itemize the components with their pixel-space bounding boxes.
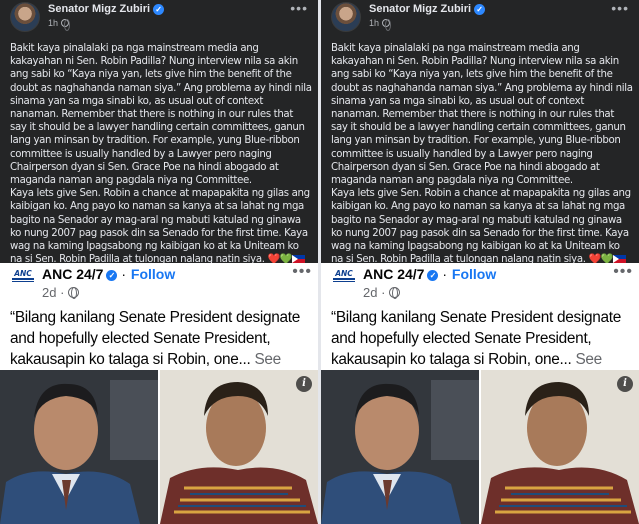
- svg-text:ANC: ANC: [334, 269, 353, 278]
- padilla-photo[interactable]: i: [481, 370, 639, 524]
- zubiri-photo-illustration: [321, 370, 479, 524]
- verified-badge-icon: ✓: [474, 4, 486, 15]
- post-paragraph: Kaya lets give Sen. Robin a chance at ma…: [10, 188, 310, 266]
- info-icon[interactable]: i: [617, 376, 633, 392]
- svg-text:ANC: ANC: [13, 269, 32, 278]
- zubiri-photo-illustration: [0, 370, 158, 524]
- follow-button[interactable]: Follow: [452, 266, 496, 282]
- facebook-post: Senator Migz Zubiri ✓ 1h ••• Bakit kaya p…: [321, 0, 639, 266]
- shared-page-name[interactable]: ANC 24/7: [42, 266, 103, 282]
- post-meta: 1h: [48, 18, 70, 31]
- info-icon[interactable]: i: [296, 376, 312, 392]
- zubiri-photo[interactable]: [321, 370, 479, 524]
- anc-logo-icon[interactable]: ANC: [10, 267, 36, 283]
- globe-icon: [60, 19, 70, 31]
- author-avatar[interactable]: [10, 2, 40, 32]
- author-avatar[interactable]: [331, 2, 361, 32]
- shared-meta: 2d ·: [363, 285, 401, 300]
- post-options-button[interactable]: •••: [290, 0, 308, 16]
- verified-badge-icon: ✓: [153, 4, 165, 15]
- post-body: Bakit kaya pinalalaki pa nga mainstream …: [10, 42, 312, 266]
- post-paragraph: Bakit kaya pinalalaki pa nga mainstream …: [331, 43, 633, 187]
- post-time[interactable]: 1h: [369, 18, 379, 28]
- separator-dot: ·: [121, 266, 127, 282]
- anc-logo-icon[interactable]: ANC: [331, 267, 357, 283]
- padilla-photo-illustration: [481, 370, 639, 524]
- shared-options-button[interactable]: •••: [292, 263, 312, 281]
- author-name[interactable]: Senator Migz Zubiri: [48, 3, 150, 15]
- shared-options-button[interactable]: •••: [613, 263, 633, 281]
- facebook-post: Senator Migz Zubiri ✓ 1h ••• Bakit kaya p…: [0, 0, 318, 266]
- globe-icon: [389, 287, 401, 299]
- separator-dot: ·: [60, 285, 65, 300]
- post-options-button[interactable]: •••: [611, 0, 629, 16]
- author-name-line[interactable]: Senator Migz Zubiri ✓: [48, 3, 165, 15]
- separator-dot: ·: [381, 285, 386, 300]
- padilla-photo[interactable]: i: [160, 370, 318, 524]
- post-header: Senator Migz Zubiri ✓ 1h •••: [331, 0, 631, 36]
- globe-icon: [381, 19, 391, 31]
- screenshot-panel-right: Senator Migz Zubiri ✓ 1h ••• Bakit kaya p…: [321, 0, 639, 524]
- verified-badge-icon: ✓: [106, 270, 118, 281]
- shared-page-line: ANC 24/7 ✓ · Follow: [363, 266, 496, 282]
- post-paragraph: Kaya lets give Sen. Robin a chance at ma…: [331, 188, 631, 266]
- shared-post-card: ANC ANC 24/7 ✓ · Follow ••• 2d · “Bilang …: [321, 263, 639, 524]
- post-time[interactable]: 1h: [48, 18, 58, 28]
- verified-badge-icon: ✓: [427, 270, 439, 281]
- post-header: Senator Migz Zubiri ✓ 1h •••: [10, 0, 310, 36]
- screenshot-panel-left: Senator Migz Zubiri ✓ 1h ••• Bakit kaya p…: [0, 0, 318, 524]
- follow-button[interactable]: Follow: [131, 266, 175, 282]
- shared-page-line: ANC 24/7 ✓ · Follow: [42, 266, 175, 282]
- post-paragraph-line: Kaya lets give Sen. Robin a chance at ma…: [331, 187, 633, 266]
- zubiri-photo[interactable]: [0, 370, 158, 524]
- shared-page-name[interactable]: ANC 24/7: [363, 266, 424, 282]
- author-name[interactable]: Senator Migz Zubiri: [369, 3, 471, 15]
- post-paragraph: Bakit kaya pinalalaki pa nga mainstream …: [10, 43, 312, 187]
- author-name-line[interactable]: Senator Migz Zubiri ✓: [369, 3, 486, 15]
- post-meta: 1h: [369, 18, 391, 31]
- padilla-photo-illustration: [160, 370, 318, 524]
- shared-meta: 2d ·: [42, 285, 80, 300]
- shared-time[interactable]: 2d: [42, 285, 56, 300]
- shared-post-card: ANC ANC 24/7 ✓ · Follow ••• 2d · “Bilang …: [0, 263, 318, 524]
- globe-icon: [68, 287, 80, 299]
- post-body: Bakit kaya pinalalaki pa nga mainstream …: [331, 42, 633, 266]
- post-paragraph-line: Kaya lets give Sen. Robin a chance at ma…: [10, 187, 312, 266]
- separator-dot: ·: [442, 266, 448, 282]
- shared-time[interactable]: 2d: [363, 285, 377, 300]
